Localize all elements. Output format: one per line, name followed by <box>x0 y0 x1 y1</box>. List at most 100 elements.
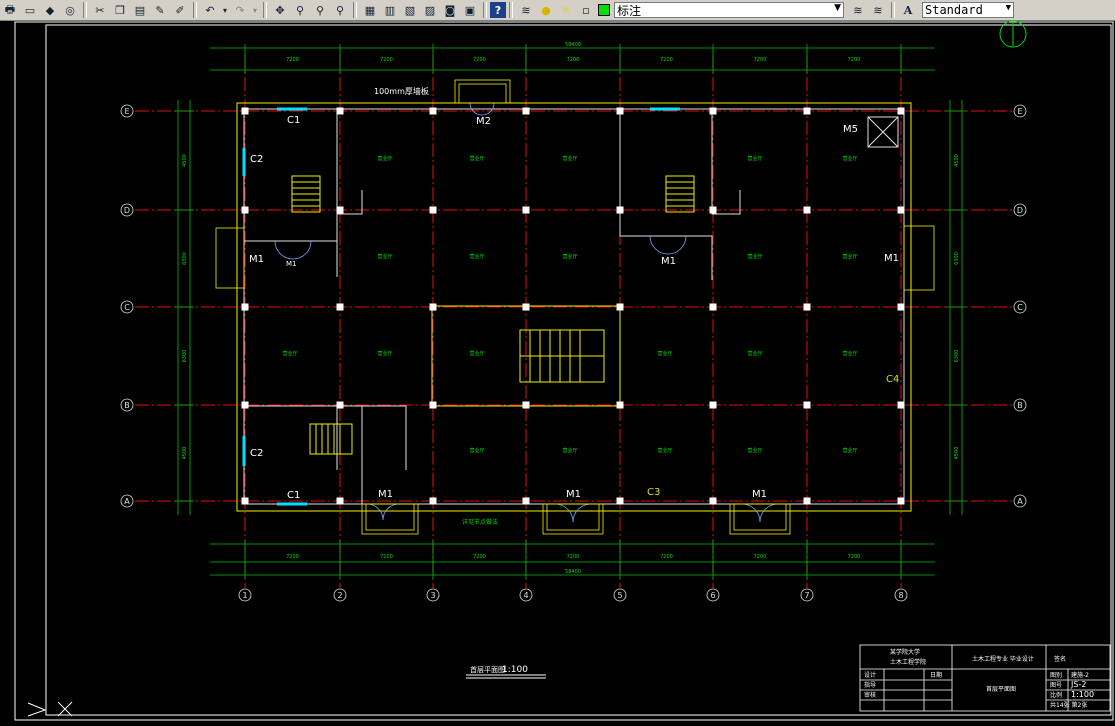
zoom-window-icon[interactable]: ⚲ <box>310 1 330 19</box>
column <box>803 107 811 115</box>
dim-bay-top: 7200 <box>567 57 580 63</box>
dim-row-right: 4500 <box>954 154 960 167</box>
tb-col-label: 签名 <box>1054 655 1066 663</box>
column <box>336 497 344 505</box>
svg-text:C: C <box>124 303 130 312</box>
column <box>709 107 717 115</box>
text-style-icon[interactable]: A <box>898 1 918 19</box>
dim-bay-bottom: 7200 <box>660 554 673 560</box>
toolbar-separator <box>263 2 267 18</box>
redo-icon[interactable]: ↷ <box>230 1 250 19</box>
axis-bubble-row: C <box>120 300 134 314</box>
redo-dropdown-icon[interactable]: ▾ <box>250 1 260 19</box>
block-editor-icon[interactable]: ✐ <box>170 1 190 19</box>
door-label: M2 <box>476 116 491 127</box>
room-label: 营业厅 <box>469 253 484 260</box>
calculator-icon[interactable]: ▣ <box>460 1 480 19</box>
toolbar-separator <box>483 2 487 18</box>
room-label: 营业厅 <box>562 447 577 454</box>
properties-icon[interactable]: ▦ <box>360 1 380 19</box>
room-label: 营业厅 <box>469 447 484 454</box>
toolbar-separator <box>509 2 513 18</box>
zoom-realtime-icon[interactable]: ⚲ <box>290 1 310 19</box>
room-label: 营业厅 <box>469 350 484 357</box>
layer-dropdown[interactable]: 标注 ▼ <box>614 2 844 18</box>
room-label: 营业厅 <box>747 253 762 260</box>
column <box>522 497 530 505</box>
stair-1 <box>291 175 321 213</box>
publish-icon[interactable]: ◆ <box>40 1 60 19</box>
room-label: 营业厅 <box>469 155 484 162</box>
door-label: M1 <box>378 489 393 500</box>
markup-icon[interactable]: ◙ <box>440 1 460 19</box>
toolbar-separator <box>891 2 895 18</box>
paste-icon[interactable]: ▤ <box>130 1 150 19</box>
web-publish-icon[interactable]: ◎ <box>60 1 80 19</box>
room-labels: 营业厅 营业厅 营业厅 营业厅 营业厅营业厅 营业厅 营业厅 营业厅 营业厅营业厅 营业厅 营业厅营… <box>282 155 857 454</box>
drawing-scale-text: 1:100 <box>502 665 528 675</box>
room-label: 营业厅 <box>747 155 762 162</box>
window-label: C2 <box>250 448 263 459</box>
svg-text:6: 6 <box>710 591 715 600</box>
toolbar-separator <box>193 2 197 18</box>
window-label: C4 <box>886 374 899 385</box>
dim-row-left: 4500 <box>182 154 188 167</box>
room-label: 营业厅 <box>282 350 297 357</box>
room-label: 营业厅 <box>842 253 857 260</box>
design-center-icon[interactable]: ▥ <box>380 1 400 19</box>
column <box>616 206 624 214</box>
drawing-canvas[interactable]: 5840058400720072007200720072007200720072… <box>0 20 1115 726</box>
dim-row-right: 6300 <box>954 350 960 363</box>
svg-text:8: 8 <box>898 591 903 600</box>
column <box>616 303 624 311</box>
bulb-icon[interactable]: ● <box>536 1 556 19</box>
toolbar-separator <box>83 2 87 18</box>
column <box>336 303 344 311</box>
print-preview-icon[interactable]: ▭ <box>20 1 40 19</box>
door-label: M1 <box>752 489 767 500</box>
column <box>429 206 437 214</box>
color-square-icon[interactable] <box>598 4 610 16</box>
layer-manager-icon[interactable]: ≋ <box>516 1 536 19</box>
column <box>616 401 624 409</box>
axis-bubble-row: D <box>1013 203 1027 217</box>
layer-dropdown-value: 标注 <box>617 3 642 18</box>
door-label: M1 <box>566 489 581 500</box>
sun-icon[interactable]: ☼ <box>556 1 576 19</box>
tool-palettes-icon[interactable]: ▧ <box>400 1 420 19</box>
column <box>429 107 437 115</box>
make-current-layer-icon[interactable]: ≋ <box>848 1 868 19</box>
dim-bay-bottom: 7200 <box>286 554 299 560</box>
tb-sheets: 共14张 第2张 <box>1050 701 1087 709</box>
dim-bay-top: 7200 <box>848 57 861 63</box>
text-style-dropdown[interactable]: Standard ▼ <box>922 2 1014 18</box>
help-icon[interactable]: ? <box>490 2 506 18</box>
sheet-set-icon[interactable]: ▨ <box>420 1 440 19</box>
axis-bubble-row: A <box>120 494 134 508</box>
column <box>241 401 249 409</box>
layer-previous-icon[interactable]: ≋ <box>868 1 888 19</box>
cut-icon[interactable]: ✂ <box>90 1 110 19</box>
column <box>709 206 717 214</box>
column <box>709 497 717 505</box>
axis-bubble-row: A <box>1013 494 1027 508</box>
print-icon[interactable]: 🖶 <box>0 1 20 19</box>
column <box>709 401 717 409</box>
zoom-previous-icon[interactable]: ⚲ <box>330 1 350 19</box>
room-label: 营业厅 <box>842 155 857 162</box>
tb-value-number: JS-2 <box>1070 680 1086 689</box>
axis-bubbles: 1 2 3 4 5 6 7 8 A A B B C C D D E E <box>120 104 1027 602</box>
dim-bay-top: 7200 <box>286 57 299 63</box>
pan-icon[interactable]: ✥ <box>270 1 290 19</box>
svg-text:B: B <box>1017 401 1023 410</box>
undo-icon[interactable]: ↶ <box>200 1 220 19</box>
column <box>897 206 905 214</box>
column <box>429 401 437 409</box>
undo-dropdown-icon[interactable]: ▾ <box>220 1 230 19</box>
door-label: M5 <box>843 124 858 135</box>
svg-text:A: A <box>1017 497 1023 506</box>
copy-icon[interactable]: ❐ <box>110 1 130 19</box>
tb-role: 设计 <box>864 671 876 679</box>
lock-icon[interactable]: ▫ <box>576 1 596 19</box>
match-properties-icon[interactable]: ✎ <box>150 1 170 19</box>
